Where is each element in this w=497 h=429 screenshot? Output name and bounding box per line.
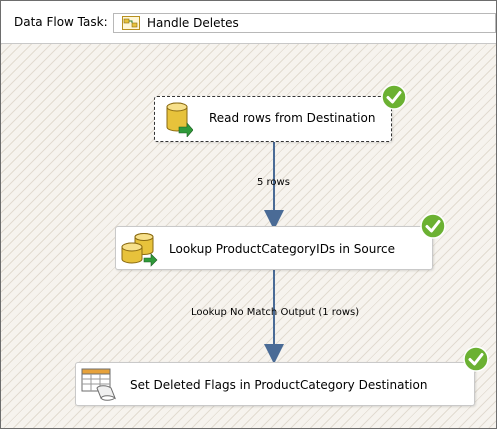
data-flow-task-name: Handle Deletes (147, 16, 239, 30)
component-label: Lookup ProductCategoryIDs in Source (169, 242, 395, 256)
component-read-rows-from-destination[interactable]: Read rows from Destination (154, 96, 392, 142)
success-check-icon (381, 84, 407, 110)
data-flow-task-label: Data Flow Task: (14, 15, 108, 29)
component-label: Read rows from Destination (209, 111, 376, 125)
component-set-deleted-flags[interactable]: Set Deleted Flags in ProductCategory Des… (75, 362, 475, 406)
path-label-lookup-no-match: Lookup No Match Output (1 rows) (191, 307, 360, 318)
data-flow-task-icon (122, 16, 140, 30)
component-label: Set Deleted Flags in ProductCategory Des… (130, 378, 428, 392)
path-label-rows: 5 rows (257, 177, 290, 188)
component-lookup-productcategoryids[interactable]: Lookup ProductCategoryIDs in Source (115, 226, 433, 270)
database-source-icon (166, 102, 193, 137)
design-surface[interactable]: 5 rows Lookup No Match Output (1 rows) R… (1, 44, 496, 428)
data-flow-designer-window: Data Flow Task: Handle Deletes 5 rows Lo… (0, 0, 497, 429)
success-check-icon (463, 346, 489, 372)
data-flow-task-selector[interactable]: Handle Deletes (113, 13, 496, 33)
ole-db-command-icon (81, 368, 117, 401)
success-check-icon (420, 213, 446, 239)
task-toolbar: Data Flow Task: Handle Deletes (1, 1, 496, 44)
lookup-database-icon (121, 233, 158, 267)
